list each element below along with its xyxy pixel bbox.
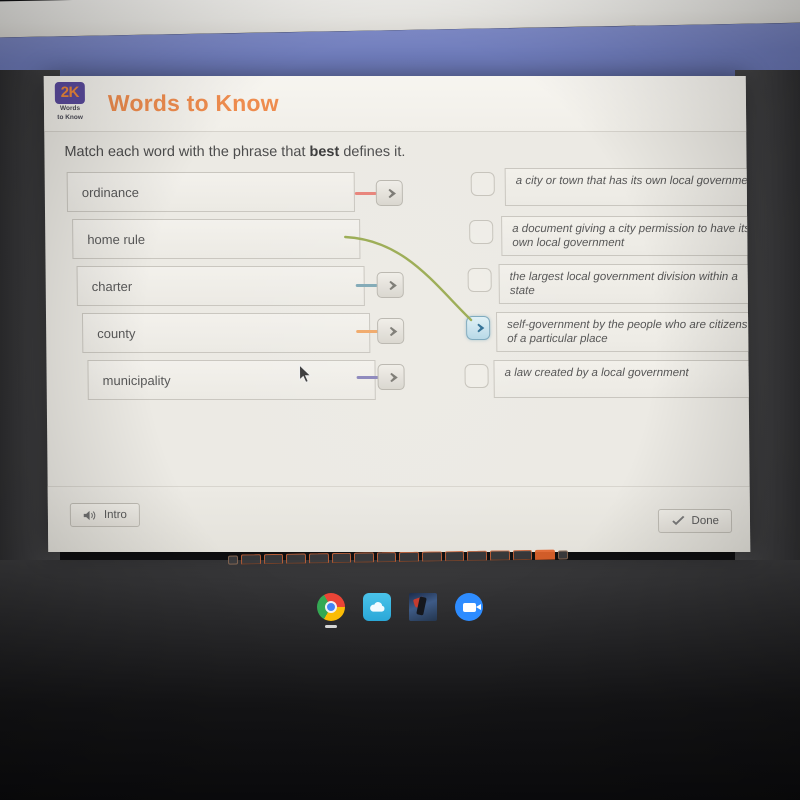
word-arrow-button-county[interactable] [377, 317, 405, 344]
definition-box-2[interactable]: a document giving a city permission to h… [501, 216, 751, 257]
progress-segment[interactable] [489, 550, 510, 561]
speaker-icon [83, 508, 98, 521]
arrow-right-icon [381, 232, 398, 247]
progress-segment[interactable] [422, 551, 442, 562]
word-box-municipality[interactable]: municipality [87, 359, 376, 400]
cloud-glyph [370, 601, 385, 612]
definition-box-5[interactable]: a law created by a local government [493, 359, 751, 398]
progress-segment[interactable] [376, 552, 397, 563]
word-label: county [97, 325, 136, 341]
word-box-charter[interactable]: charter [76, 266, 365, 307]
taskbar [0, 583, 800, 631]
progress-segment-current[interactable] [535, 549, 556, 560]
progress-segment[interactable] [444, 550, 465, 562]
word-row: charter [64, 264, 404, 309]
done-button[interactable]: Done [657, 508, 733, 533]
instruction-suffix: defines it. [339, 144, 406, 161]
intro-button[interactable]: Intro [69, 502, 141, 527]
instruction-prefix: Match each word with the phrase that [64, 144, 310, 161]
connector-stub [355, 284, 378, 288]
word-row: county [64, 310, 405, 355]
progress-segment[interactable] [286, 553, 307, 564]
definition-box-1[interactable]: a city or town that has its own local go… [504, 168, 751, 207]
word-row: ordinance [63, 172, 403, 217]
progress-cap-right [557, 549, 569, 559]
app-header: 2K Words to Know Words to Know [43, 76, 747, 133]
connector-stub [356, 375, 379, 379]
progress-segment[interactable] [263, 553, 284, 565]
logo-subtitle-line2: to Know [57, 113, 83, 121]
logo-subtitle-line1: Words [59, 104, 81, 112]
definition-row: a law created by a local government [464, 352, 751, 398]
arrow-right-icon [471, 323, 485, 333]
definition-box-3[interactable]: the largest local government division wi… [498, 264, 751, 305]
instruction-emphasis: best [309, 144, 340, 161]
progress-segment[interactable] [308, 553, 329, 564]
word-row: home rule [63, 218, 363, 263]
cloud-storage-icon[interactable] [363, 593, 391, 621]
app-footer: Intro Done [47, 485, 751, 552]
definition-text: a law created by a local government [504, 366, 689, 379]
instruction-text: Match each word with the phrase that bes… [44, 132, 746, 168]
word-label: ordinance [81, 184, 139, 200]
definition-checkbox-3[interactable] [467, 268, 492, 293]
checkmark-icon [670, 514, 685, 527]
progress-segment[interactable] [240, 554, 261, 565]
definition-checkbox-1[interactable] [470, 172, 495, 197]
definition-text: a city or town that has its own local go… [515, 175, 751, 188]
word-row: municipality [64, 356, 405, 401]
photo-thumbnail-icon[interactable] [409, 593, 437, 621]
word-arrow-button-municipality[interactable] [377, 363, 405, 390]
connector-stub [356, 329, 379, 333]
definition-checkbox-2[interactable] [469, 220, 494, 245]
definition-row: a document giving a city permission to h… [465, 214, 751, 259]
arrow-right-icon [383, 326, 398, 336]
arrow-right-icon [384, 372, 398, 382]
arrow-right-icon [383, 280, 397, 290]
app-logo: 2K Words to Know [50, 81, 90, 126]
word-arrow-button-charter[interactable] [376, 272, 404, 299]
definition-box-4[interactable]: self-government by the people who are ci… [495, 312, 751, 352]
done-button-label: Done [691, 514, 720, 527]
word-label: municipality [102, 372, 171, 388]
word-column: ordinance home rule charter county munic… [63, 172, 405, 402]
definition-checkbox-5[interactable] [464, 363, 489, 388]
word-label: charter [91, 278, 133, 294]
words-to-know-app: 2K Words to Know Words to Know Match eac… [43, 76, 751, 552]
logo-mark-2k: 2K [54, 81, 85, 104]
intro-button-label: Intro [103, 508, 127, 521]
definition-row: a city or town that has its own local go… [465, 168, 751, 213]
zoom-icon[interactable] [455, 593, 483, 621]
monitor-photo: 2K Words to Know Words to Know Match eac… [0, 0, 800, 800]
definition-checkbox-4-selected[interactable] [466, 315, 491, 340]
definition-text: a document giving a city permission to h… [512, 223, 751, 250]
connector-stub [354, 192, 377, 196]
word-box-home-rule[interactable]: home rule [72, 219, 361, 260]
video-camera-glyph [462, 602, 481, 612]
progress-segment[interactable] [354, 552, 374, 563]
chrome-active-indicator [325, 625, 337, 628]
definition-row: the largest local government division wi… [465, 260, 751, 305]
progress-cap-left [227, 555, 239, 565]
word-box-county[interactable]: county [81, 313, 371, 353]
word-arrow-button-ordinance[interactable] [375, 180, 403, 207]
progress-segment[interactable] [512, 549, 533, 561]
definition-text: self-government by the people who are ci… [507, 318, 748, 345]
progress-segment[interactable] [467, 550, 488, 561]
definition-column: a city or town that has its own local go… [464, 168, 751, 398]
progress-segment[interactable] [399, 551, 420, 562]
arrow-right-icon [382, 188, 397, 198]
progress-segment[interactable] [331, 552, 352, 564]
page-title: Words to Know [107, 90, 279, 117]
word-label: home rule [87, 231, 146, 247]
word-box-ordinance[interactable]: ordinance [66, 172, 356, 213]
definition-row: self-government by the people who are ci… [466, 306, 751, 352]
definition-text: the largest local government division wi… [509, 271, 738, 298]
chrome-icon[interactable] [317, 593, 345, 628]
matching-area: ordinance home rule charter county munic… [45, 168, 751, 498]
